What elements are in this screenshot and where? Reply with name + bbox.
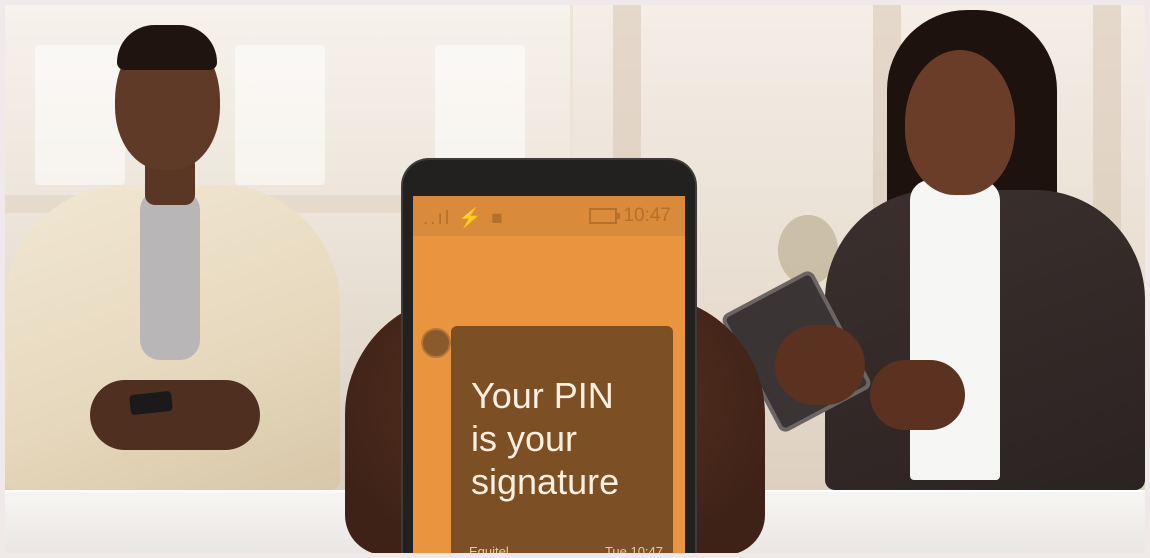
- window: [235, 45, 325, 185]
- smartphone: ..ıl ⚡ ■ 10:47 Your PIN is your signatur…: [403, 160, 695, 553]
- message-timestamp: Tue 10:47: [604, 544, 663, 553]
- man-hair: [117, 25, 217, 70]
- message-meta: Equitel Tue 10:47: [469, 544, 663, 553]
- signal-icon: ..ıl ⚡ ■: [423, 208, 505, 229]
- message-sender: Equitel: [469, 544, 509, 553]
- woman-head: [905, 50, 1015, 195]
- woman-shirt: [910, 180, 1000, 480]
- woman-hand: [775, 325, 865, 405]
- man-hands: [90, 380, 260, 450]
- sender-avatar-icon: [421, 328, 451, 358]
- message-bubble: Your PIN is your signature Equitel Tue 1…: [451, 326, 673, 553]
- man-shirt: [140, 190, 200, 360]
- message-headline: Your PIN is your signature: [471, 374, 671, 503]
- status-clock: 10:47: [589, 205, 671, 227]
- headline-line: is your: [471, 418, 578, 459]
- status-bar: ..ıl ⚡ ■ 10:47: [413, 196, 685, 236]
- status-time: 10:47: [623, 205, 671, 226]
- phone-screen: ..ıl ⚡ ■ 10:47 Your PIN is your signatur…: [413, 196, 685, 553]
- photo-banner: ..ıl ⚡ ■ 10:47 Your PIN is your signatur…: [5, 5, 1145, 553]
- headline-line: Your PIN: [471, 375, 614, 416]
- window: [35, 45, 125, 185]
- headline-line: signature: [471, 461, 620, 502]
- woman-hand: [870, 360, 965, 430]
- battery-icon: [589, 207, 621, 224]
